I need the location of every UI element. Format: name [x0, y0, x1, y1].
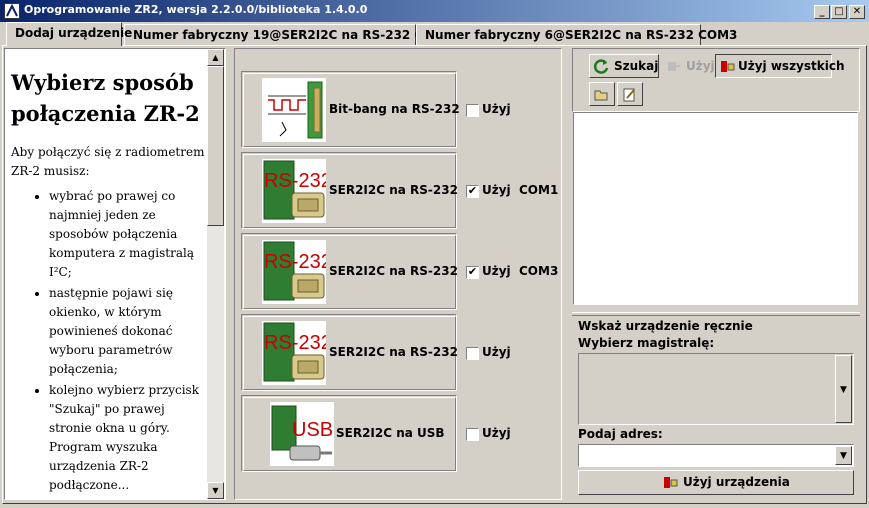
help-title: Wybierz sposób połączenia ZR-2	[11, 70, 200, 126]
use-checkbox-rs232[interactable]	[466, 347, 479, 360]
help-list: wybrać po prawej co najmniej jeden ze sp…	[11, 187, 206, 495]
use-label: Użyj	[482, 345, 511, 359]
scroll-up-button[interactable]: ▲	[207, 49, 224, 66]
help-list-item: kolejno wybierz przycisk "Szukaj" po pra…	[49, 381, 206, 495]
connection-label: SER2I2C na RS-232	[329, 345, 458, 359]
scroll-down-button[interactable]: ▼	[207, 482, 224, 499]
rs232-icon: RS-232	[262, 321, 332, 385]
use-checkbox-bitbang[interactable]	[466, 104, 479, 117]
manual-heading: Wskaż urządzenie ręcznie	[578, 319, 753, 333]
search-button[interactable]: Szukaj	[589, 54, 659, 78]
connection-rs232-com1: RS-232 SER2I2C na RS-232	[241, 152, 458, 229]
connection-rs232-free: RS-232 SER2I2C na RS-232	[241, 314, 458, 391]
tab-device-6[interactable]: Numer fabryczny 6@SER2I2C na RS-232 COM3	[416, 24, 737, 45]
use-label: Użyj	[482, 264, 511, 278]
edit-icon	[622, 87, 637, 102]
connection-label: SER2I2C na USB	[336, 426, 445, 440]
bus-label: Wybierz magistralę:	[578, 336, 715, 350]
folder-open-icon	[594, 87, 609, 102]
rs232-text: RS-232	[264, 170, 326, 192]
open-button[interactable]	[589, 82, 615, 106]
tab-add-device[interactable]: Dodaj urządzenie	[6, 22, 132, 46]
app-icon	[4, 3, 20, 19]
connection-label: SER2I2C na RS-232	[329, 264, 458, 278]
help-scrollbar[interactable]: ▲ ▼	[207, 49, 224, 499]
search-button-label: Szukaj	[614, 59, 659, 73]
connection-label: SER2I2C na RS-232	[329, 183, 458, 197]
usb-icon: USB	[270, 402, 334, 466]
tab-device-19[interactable]: Numer fabryczny 19@SER2I2C na RS-232 COM…	[124, 24, 454, 45]
rs232-icon: RS-232	[262, 240, 332, 304]
edit-button[interactable]	[617, 82, 643, 106]
splitter[interactable]	[572, 312, 860, 316]
use-device-button[interactable]: Użyj urządzenia	[578, 470, 854, 495]
rs232-icon: RS-232	[262, 159, 332, 223]
usb-text: USB	[292, 419, 333, 441]
plug-device-icon	[663, 475, 678, 493]
scroll-thumb[interactable]	[207, 66, 224, 226]
port-label: COM3	[519, 264, 559, 278]
connection-usb: USB SER2I2C na USB	[241, 395, 457, 472]
use-checkbox-usb[interactable]	[466, 428, 479, 441]
use-all-button-label: Użyj wszystkich	[738, 59, 845, 73]
use-checkbox-com3[interactable]: ✔	[466, 266, 479, 279]
rs232-text: RS-232	[264, 251, 326, 273]
connection-bitbang: Bit-bang na RS-232	[241, 71, 460, 148]
plug-all-icon	[720, 59, 735, 74]
rs232-text: RS-232	[264, 332, 326, 354]
plug-icon	[666, 59, 681, 74]
maximize-button[interactable]: □	[831, 5, 847, 19]
connection-label: Bit-bang na RS-232	[329, 102, 460, 116]
found-devices-list[interactable]	[573, 112, 858, 305]
use-label: Użyj	[482, 426, 511, 440]
bus-select[interactable]: ▼	[578, 353, 854, 425]
refresh-icon	[593, 59, 609, 74]
window-title: Oprogramowanie ZR2, wersja 2.2.0.0/bibli…	[24, 3, 368, 16]
use-label: Użyj	[482, 102, 511, 116]
use-button[interactable]: Użyj	[661, 54, 715, 78]
minimize-button[interactable]: _	[814, 5, 830, 19]
bitbang-rs232-icon	[262, 78, 326, 142]
help-intro: Aby połączyć się z radiometrem ZR-2 musi…	[11, 145, 205, 178]
bus-dropdown-button[interactable]: ▼	[835, 355, 852, 423]
address-dropdown-button[interactable]: ▼	[835, 446, 852, 465]
port-label: COM1	[519, 183, 559, 197]
use-checkbox-com1[interactable]: ✔	[466, 185, 479, 198]
help-pane[interactable]: Wybierz sposób połączenia ZR-2 Aby połąc…	[4, 48, 226, 500]
use-device-label: Użyj urządzenia	[683, 475, 790, 489]
close-button[interactable]: ✕	[849, 5, 865, 19]
use-label: Użyj	[482, 183, 511, 197]
help-list-item: wybrać po prawej co najmniej jeden ze sp…	[49, 187, 206, 282]
use-button-label: Użyj	[686, 59, 715, 73]
connection-rs232-com3: RS-232 SER2I2C na RS-232	[241, 233, 458, 310]
help-list-item: następnie pojawi się okienko, w którym p…	[49, 284, 206, 379]
use-all-button[interactable]: Użyj wszystkich	[715, 54, 845, 78]
address-input[interactable]: ▼	[578, 444, 854, 467]
address-label: Podaj adres:	[578, 427, 663, 441]
